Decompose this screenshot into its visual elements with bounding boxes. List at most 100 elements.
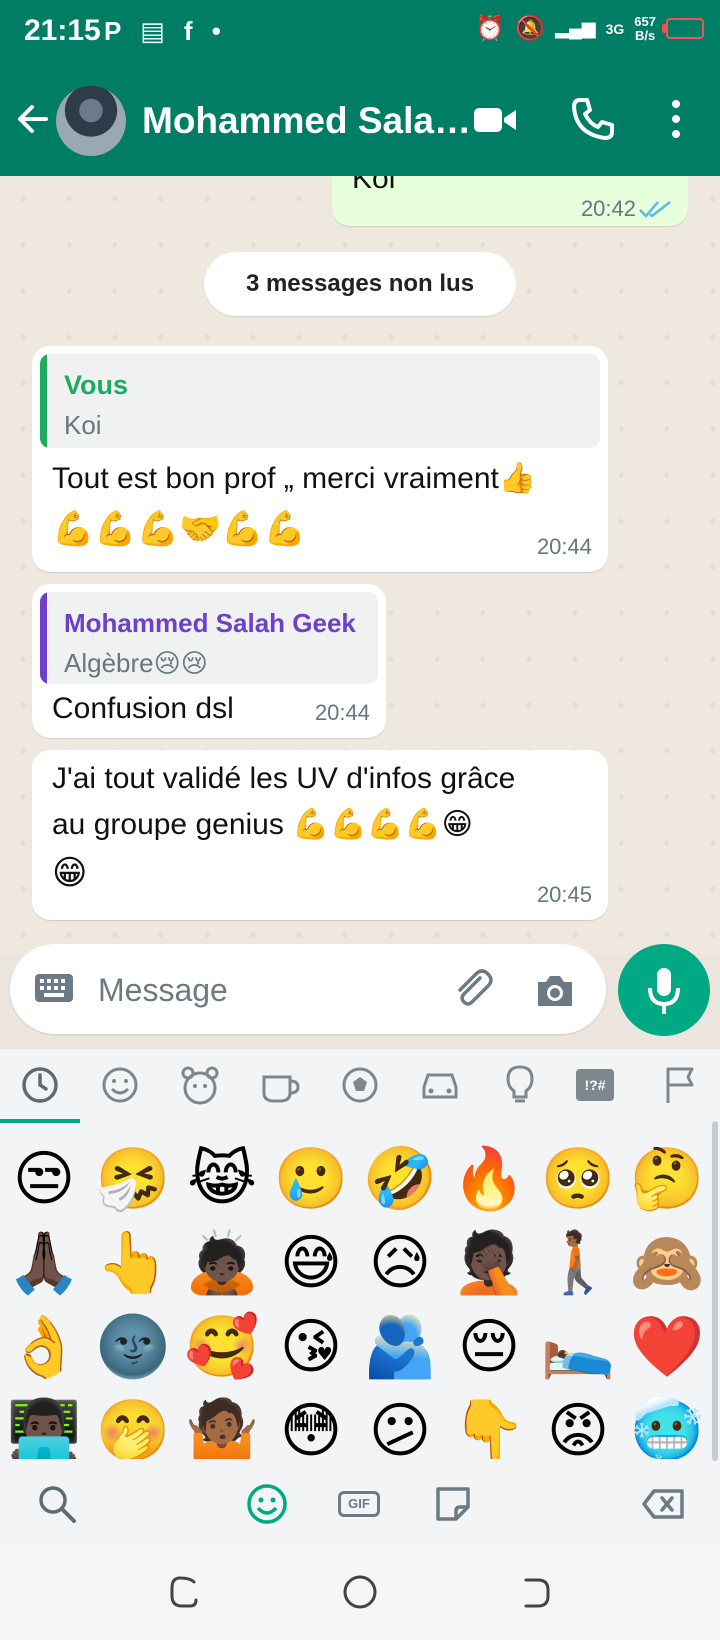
battery-icon [662, 18, 704, 39]
emoji-key[interactable]: 🤷🏾 [182, 1391, 262, 1459]
microphone-icon [648, 968, 680, 1014]
emoji-key[interactable]: 🥰 [182, 1307, 262, 1387]
emoji-key[interactable]: 👨🏿‍💻 [4, 1391, 84, 1459]
chat-area[interactable]: Koi 20:42 3 messages non lus Vous Koi To… [0, 176, 720, 954]
backspace-icon[interactable] [640, 1481, 686, 1527]
read-receipt-icon [639, 201, 671, 218]
keyboard-bottom-bar: GIF [0, 1463, 720, 1545]
emoji-scrollbar[interactable] [712, 1121, 718, 1461]
incoming-message[interactable]: Mohammed Salah Geek Algèbre😢😢 Confusion … [32, 584, 386, 738]
composer-row [0, 936, 720, 1048]
emoji-key[interactable]: 😡 [538, 1391, 618, 1459]
emoji-key[interactable]: 🥺 [538, 1139, 618, 1219]
message-time: 20:44 [536, 534, 592, 559]
emoji-tab-icon[interactable] [244, 1481, 290, 1527]
emoji-key[interactable]: 🙇🏿 [182, 1223, 262, 1303]
emoji-key[interactable]: 🛌 [538, 1307, 618, 1387]
smiley-category-icon[interactable] [96, 1061, 144, 1109]
emoji-key[interactable]: 🤧 [93, 1139, 173, 1219]
signal-icon: ▂▄▆ [555, 18, 596, 38]
incoming-message[interactable]: J'ai tout validé les UV d'infos grâce au… [32, 750, 608, 920]
quote-text: Algèbre😢😢 [64, 648, 208, 678]
chat-header: Mohammed Sala… [0, 66, 720, 176]
net-rate-unit: B/s [635, 27, 656, 43]
emoji-keyboard: !?# 😒 🤧 😹 🥲 🤣 🔥 🥺 🤔 🙏🏿 👆 🙇🏿 😅 😥 🤦🏿 🚶🏾 🙈 👌 🌚 🥰 😘 🫂 😔 🛌 ❤️ 👨🏿‍💻 🤭 🤷🏾… [0, 1048, 720, 1545]
paperclip-icon[interactable] [450, 966, 496, 1012]
message-text: Koi [352, 176, 396, 195]
animal-category-icon[interactable] [176, 1061, 224, 1109]
symbols-category-icon[interactable]: !?# [576, 1069, 614, 1101]
unread-messages-banner: 3 messages non lus [204, 252, 516, 316]
emoji-key[interactable]: 🙈 [627, 1223, 707, 1303]
category-indicator [0, 1119, 80, 1123]
emoji-key[interactable]: 🌚 [93, 1307, 173, 1387]
emoji-key[interactable]: 😅 [271, 1223, 351, 1303]
quote-author: Mohammed Salah Geek [64, 608, 356, 638]
back-arrow-icon[interactable] [14, 96, 54, 142]
keyboard-icon[interactable] [34, 972, 74, 1004]
message-input[interactable] [96, 962, 420, 1018]
emoji-grid: 😒 🤧 😹 🥲 🤣 🔥 🥺 🤔 🙏🏿 👆 🙇🏿 😅 😥 🤦🏿 🚶🏾 🙈 👌 🌚 🥰 😘 🫂 😔 🛌 ❤️ 👨🏿‍💻 🤭 🤷🏾 😳 😕 👇 😡… [0, 1133, 720, 1459]
alarm-icon: ⏰ [475, 15, 506, 42]
gif-tab-icon[interactable]: GIF [338, 1491, 380, 1517]
emoji-key[interactable]: 😹 [182, 1139, 262, 1219]
emoji-key[interactable]: 👆 [93, 1223, 173, 1303]
incoming-message[interactable]: Vous Koi Tout est bon prof „ merci vraim… [32, 346, 608, 572]
emoji-key[interactable]: 🤦🏿 [449, 1223, 529, 1303]
emoji-key[interactable]: 🚶🏾 [538, 1223, 618, 1303]
quote-bar [40, 354, 47, 448]
quote-bar [40, 592, 47, 684]
phone-call-icon[interactable] [570, 96, 616, 142]
emoji-key[interactable]: 😳 [271, 1391, 351, 1459]
video-call-icon[interactable] [472, 100, 518, 140]
message-text-line3: 😁 [52, 854, 88, 892]
message-text-line1: J'ai tout validé les UV d'infos grâce [52, 762, 516, 795]
emoji-key[interactable]: 👌 [4, 1307, 84, 1387]
net-rate: 657 B/s [634, 13, 656, 43]
emoji-key[interactable]: 🥲 [271, 1139, 351, 1219]
emoji-key[interactable]: 🔥 [449, 1139, 529, 1219]
voice-record-button[interactable] [618, 944, 710, 1036]
emoji-category-bar: !?# [0, 1049, 720, 1123]
emoji-key[interactable]: 🤣 [360, 1139, 440, 1219]
emoji-key[interactable]: 😥 [360, 1223, 440, 1303]
emoji-key[interactable]: 😕 [360, 1391, 440, 1459]
camera-icon[interactable] [534, 970, 576, 1010]
emoji-key[interactable]: 👇 [449, 1391, 529, 1459]
emoji-key[interactable]: 🙏🏿 [4, 1223, 84, 1303]
quoted-message[interactable]: Mohammed Salah Geek Algèbre😢😢 [40, 592, 378, 684]
outgoing-message[interactable]: Koi 20:42 [332, 176, 688, 226]
more-options-icon[interactable] [664, 96, 688, 142]
home-nav-icon[interactable] [336, 1568, 384, 1616]
emoji-key[interactable]: 🫂 [360, 1307, 440, 1387]
net-rate-value: 657 [634, 13, 656, 29]
back-nav-icon[interactable] [512, 1568, 560, 1616]
food-category-icon[interactable] [256, 1061, 304, 1109]
emoji-key[interactable]: 😒 [4, 1139, 84, 1219]
quote-author: Vous [64, 370, 129, 400]
travel-category-icon[interactable] [416, 1061, 464, 1109]
recent-emoji-icon[interactable] [16, 1061, 64, 1109]
emoji-key[interactable]: 🤭 [93, 1391, 173, 1459]
emoji-key[interactable]: 🤔 [627, 1139, 707, 1219]
message-box[interactable] [10, 944, 606, 1034]
message-time: 20:45 [536, 882, 592, 907]
sticker-tab-icon[interactable] [430, 1481, 476, 1527]
contact-name[interactable]: Mohammed Sala… [142, 100, 471, 142]
recents-nav-icon[interactable] [160, 1568, 208, 1616]
emoji-key[interactable]: 😘 [271, 1307, 351, 1387]
network-type-label: 3G [605, 20, 625, 37]
emoji-key[interactable]: ❤️ [627, 1307, 707, 1387]
emoji-key[interactable]: 🥶 [627, 1391, 707, 1459]
search-icon[interactable] [34, 1481, 80, 1527]
activity-category-icon[interactable] [336, 1061, 384, 1109]
contact-avatar[interactable] [56, 86, 126, 156]
quoted-message[interactable]: Vous Koi [40, 354, 600, 448]
objects-category-icon[interactable] [496, 1061, 544, 1109]
emoji-key[interactable]: 😔 [449, 1307, 529, 1387]
status-icons-right: ⏰ 🔕 ▂▄▆ 3G 657 B/s [475, 14, 704, 43]
message-text-line1: Tout est bon prof „ merci vraiment👍 [52, 462, 537, 495]
status-bar: 21:15 P ▤ f • ⏰ 🔕 ▂▄▆ 3G 657 B/s [0, 0, 720, 66]
flag-category-icon[interactable] [656, 1061, 704, 1109]
message-text-line2: au groupe genius 💪💪💪💪😁 [52, 808, 473, 841]
